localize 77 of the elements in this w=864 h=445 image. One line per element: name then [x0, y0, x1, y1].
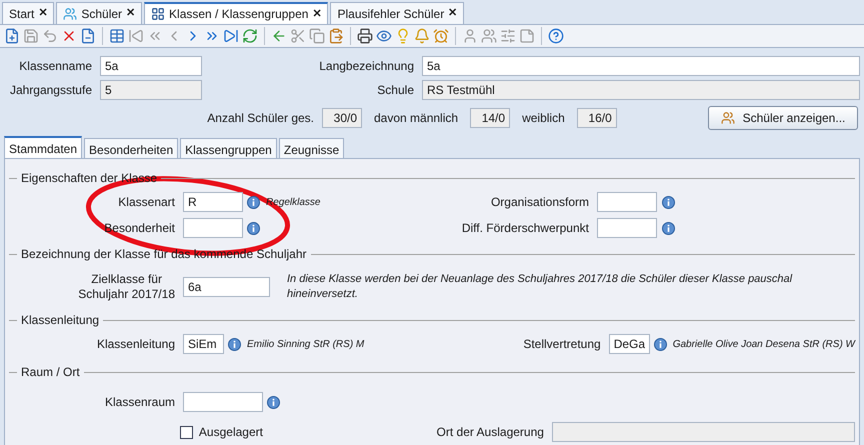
field-label: Klassenleitung	[96, 336, 176, 353]
alarm-clock-icon[interactable]	[433, 28, 449, 44]
text-field[interactable]: 6a	[183, 277, 270, 297]
people-icon	[720, 111, 735, 125]
text-field[interactable]: 5	[100, 80, 202, 100]
count-label: Anzahl Schüler ges.	[206, 110, 315, 127]
info-icon[interactable]	[662, 222, 675, 234]
grid-icon	[151, 7, 166, 21]
info-icon[interactable]	[662, 196, 675, 208]
group-title: Raum / Ort	[21, 364, 80, 381]
tab[interactable]: Stammdaten	[4, 136, 82, 158]
close-icon[interactable]: ✕	[448, 5, 458, 22]
show-students-button[interactable]: Schüler anzeigen...	[708, 106, 858, 130]
refresh-icon[interactable]	[242, 28, 258, 44]
field-label: Zielklasse für Schuljahr 2017/18	[77, 272, 176, 302]
form-minus-icon[interactable]	[80, 28, 96, 44]
tab[interactable]: Klassengruppen	[180, 138, 277, 158]
document-tab[interactable]: Start ✕	[2, 2, 54, 24]
paste-icon[interactable]	[328, 28, 344, 44]
table-icon[interactable]	[109, 28, 125, 44]
field-label: Ort der Auslagerung	[436, 424, 545, 441]
text-field[interactable]	[597, 192, 657, 212]
text-field[interactable]: 5a	[422, 56, 860, 76]
text-field[interactable]: R	[183, 192, 243, 212]
text-field[interactable]	[552, 422, 855, 442]
left-arrow-icon[interactable]	[271, 28, 287, 44]
text-field[interactable]	[597, 218, 657, 238]
checkbox-label: Ausgelagert	[198, 424, 264, 441]
info-icon[interactable]	[247, 196, 260, 208]
checkbox[interactable]	[180, 426, 193, 438]
info-icon[interactable]	[654, 338, 667, 350]
help-icon[interactable]	[548, 28, 564, 44]
document-tab[interactable]: Schüler ✕	[56, 2, 142, 24]
last-record-icon[interactable]	[223, 28, 239, 44]
count-label: weiblich	[521, 110, 566, 127]
close-icon[interactable]: ✕	[38, 5, 48, 22]
tab-label: Schüler	[81, 6, 122, 22]
field-note: Emilio Sinning StR (RS) M	[247, 338, 364, 352]
text-field[interactable]	[183, 218, 243, 238]
tab-label: Plausifehler Schüler	[337, 6, 444, 22]
field-label: Schule	[376, 82, 415, 99]
close-icon[interactable]: ✕	[126, 5, 136, 22]
document-tab[interactable]: Klassen / Klassengruppen ✕	[144, 2, 328, 24]
field-label: Jahrgangsstufe	[8, 82, 93, 99]
text-field[interactable]	[183, 392, 263, 412]
field-label: Stellvertretung	[522, 336, 602, 353]
field-label: Langbezeichnung	[318, 58, 415, 75]
document-tab[interactable]: Plausifehler Schüler ✕	[330, 2, 464, 24]
field-label: Organisationsform	[490, 194, 590, 211]
info-icon[interactable]	[247, 222, 260, 234]
field-label: Klassenname	[18, 58, 93, 75]
text-field[interactable]: RS Testmühl	[422, 80, 860, 100]
field-label: Klassenart	[117, 194, 176, 211]
tab-label: Start	[9, 6, 34, 22]
count-field[interactable]: 16/0	[576, 108, 617, 128]
text-field[interactable]: DeGa	[608, 334, 650, 354]
field-label: Diff. Förderschwerpunkt	[460, 220, 590, 237]
tab-label: Klassen / Klassengruppen	[169, 6, 308, 23]
field-note: Gabrielle Olive Joan Desena StR (RS) W	[672, 338, 855, 352]
new-file-icon[interactable]	[4, 28, 20, 44]
count-field[interactable]: 30/0	[322, 108, 362, 128]
text-field[interactable]: 5a	[100, 56, 202, 76]
info-icon[interactable]	[267, 396, 280, 408]
group-title: Klassenleitung	[21, 312, 100, 329]
tab[interactable]: Besonderheiten	[84, 138, 178, 158]
info-icon[interactable]	[228, 338, 241, 350]
bell-icon[interactable]	[414, 28, 430, 44]
count-label: davon männlich	[373, 110, 460, 127]
field-label: Klassenraum	[104, 394, 176, 411]
print-icon[interactable]	[357, 28, 373, 44]
people-icon	[63, 6, 78, 20]
close-icon[interactable]: ✕	[312, 6, 322, 22]
eye-icon[interactable]	[376, 28, 392, 44]
field-note: In diese Klasse werden bei der Neuanlage des Schuljahres 2017/18 die Schüler dieser Klasse pauschal hineinversetzt.	[287, 272, 794, 302]
text-field[interactable]: SiEm	[183, 334, 224, 354]
tab[interactable]: Zeugnisse	[278, 138, 344, 158]
count-field[interactable]: 14/0	[470, 108, 510, 128]
